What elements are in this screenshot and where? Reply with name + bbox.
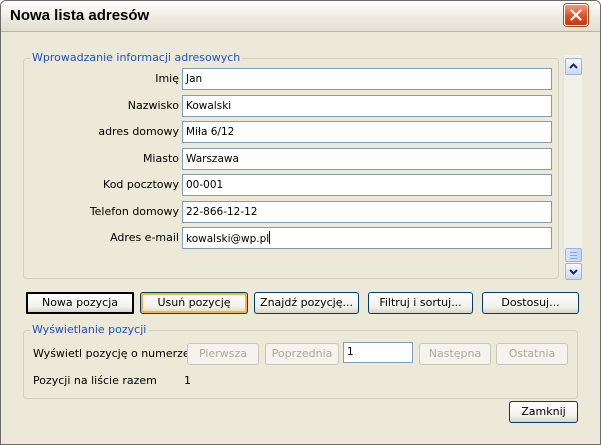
title-bar[interactable]: Nowa lista adresów [1, 1, 600, 32]
first-name-label: Imię [155, 72, 179, 85]
city-field[interactable]: Warszawa [182, 148, 552, 170]
home-address-value: Miła 6/12 [186, 126, 235, 138]
close-icon [570, 9, 582, 21]
new-address-list-dialog: Nowa lista adresów Wprowadzanie informac… [0, 0, 601, 445]
scroll-up-button[interactable] [565, 58, 582, 75]
last-name-field[interactable]: Kowalski [182, 95, 552, 117]
first-entry-button[interactable]: Pierwsza [187, 343, 259, 365]
city-value: Warszawa [186, 153, 239, 165]
text-caret [269, 231, 271, 244]
postal-code-value: 00-001 [186, 179, 224, 191]
home-phone-field[interactable]: 22-866-12-12 [182, 201, 552, 223]
home-address-label: adres domowy [98, 125, 179, 138]
filter-sort-button[interactable]: Filtruj i sortuj... [368, 292, 473, 314]
next-entry-button[interactable]: Następna [419, 343, 491, 365]
scroll-down-button[interactable] [565, 263, 582, 280]
form-scrollbar[interactable] [563, 55, 582, 280]
close-window-button[interactable] [564, 4, 588, 26]
email-field[interactable]: kowalski@wp.pl [182, 227, 552, 249]
total-entries-value: 1 [184, 374, 191, 387]
new-entry-button[interactable]: Nowa pozycja [26, 292, 134, 314]
entry-number-value: 1 [347, 346, 354, 358]
customize-button[interactable]: Dostosuj... [482, 292, 579, 314]
chevron-up-icon [569, 63, 578, 69]
scroll-thumb[interactable] [565, 248, 582, 262]
total-entries-label: Pozycji na liście razem [33, 374, 157, 387]
home-phone-label: Telefon domowy [89, 205, 179, 218]
first-name-field[interactable]: Jan [182, 68, 552, 90]
home-phone-value: 22-866-12-12 [186, 206, 258, 218]
postal-code-label: Kod pocztowy [103, 178, 179, 191]
email-label: Adres e-mail [110, 231, 179, 244]
last-name-label: Nazwisko [127, 99, 179, 112]
home-address-field[interactable]: Miła 6/12 [182, 121, 552, 143]
address-entry-legend: Wprowadzanie informacji adresowych [32, 51, 241, 64]
email-value: kowalski@wp.pl [186, 233, 270, 245]
delete-entry-button[interactable]: Usuń pozycję [140, 292, 248, 314]
entry-display-legend: Wyświetlanie pozycji [32, 323, 147, 336]
last-entry-button[interactable]: Ostatnia [496, 343, 568, 365]
chevron-down-icon [569, 269, 578, 275]
postal-code-field[interactable]: 00-001 [182, 174, 552, 196]
find-entry-button[interactable]: Znajdź pozycję... [254, 292, 359, 314]
close-button[interactable]: Zamknij [509, 401, 578, 423]
first-name-value: Jan [186, 73, 203, 85]
city-label: Miasto [142, 152, 179, 165]
show-entry-number-label: Wyświetl pozycję o numerze [33, 347, 190, 360]
previous-entry-button[interactable]: Poprzednia [265, 343, 339, 365]
window-title: Nowa lista adresów [10, 7, 150, 24]
last-name-value: Kowalski [186, 100, 232, 112]
entry-number-input[interactable]: 1 [343, 342, 413, 363]
